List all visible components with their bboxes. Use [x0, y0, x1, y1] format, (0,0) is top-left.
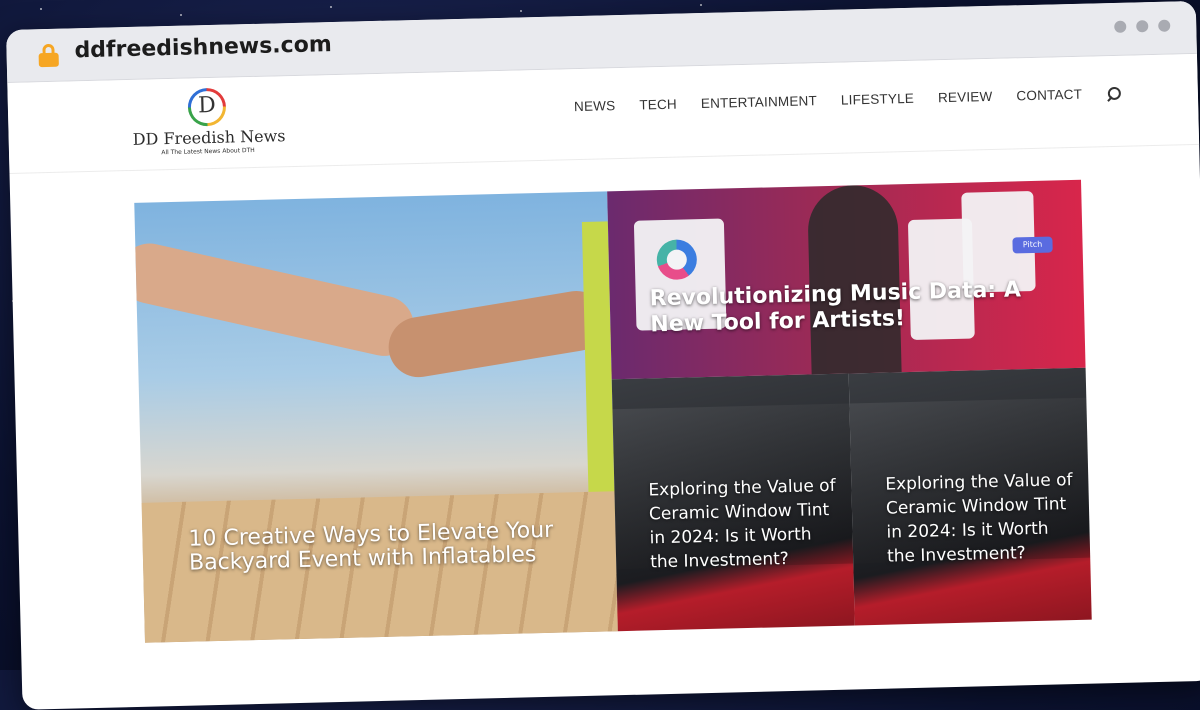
featured-post-top-right-title[interactable]: Revolutionizing Music Data: A New Tool f… [649, 277, 1050, 339]
search-icon[interactable] [1106, 86, 1120, 100]
nav-item-review[interactable]: REVIEW [938, 89, 993, 105]
window-dot-icon [1136, 20, 1149, 33]
nav-item-entertainment[interactable]: ENTERTAINMENT [701, 93, 817, 111]
pitch-badge: Pitch [1012, 236, 1053, 254]
nav-item-tech[interactable]: TECH [639, 97, 677, 113]
featured-grid: 10 Creative Ways to Elevate Your Backyar… [134, 179, 1092, 643]
featured-post-bottom-right-title[interactable]: Exploring the Value of Ceramic Window Ti… [885, 468, 1077, 569]
logo-mark-icon: D [187, 87, 227, 127]
featured-post-bottom-left-title[interactable]: Exploring the Value of Ceramic Window Ti… [648, 474, 840, 575]
window-dot-icon [1114, 20, 1127, 33]
featured-post-main[interactable]: 10 Creative Ways to Elevate Your Backyar… [134, 191, 618, 643]
featured-post-bottom-right[interactable]: Exploring the Value of Ceramic Window Ti… [848, 367, 1092, 626]
handshake-image [134, 237, 420, 362]
window-dots [1114, 19, 1171, 33]
nav-item-contact[interactable]: CONTACT [1016, 87, 1082, 104]
featured-post-top-right[interactable]: Pitch Revolutionizing Music Data: A New … [607, 179, 1086, 380]
site-logo[interactable]: D DD Freedish News All The Latest News A… [132, 86, 286, 157]
nav-item-news[interactable]: NEWS [574, 98, 616, 114]
browser-window: ddfreedishnews.com D DD Freedish News Al… [6, 0, 1200, 710]
logo-letter: D [197, 92, 217, 119]
logo-name: DD Freedish News [132, 126, 286, 149]
window-dot-icon [1158, 19, 1171, 32]
featured-post-main-title[interactable]: 10 Creative Ways to Elevate Your Backyar… [188, 518, 589, 576]
lock-icon [38, 43, 59, 68]
handshake-image-part [384, 286, 611, 382]
url-text[interactable]: ddfreedishnews.com [74, 32, 332, 63]
featured-post-bottom-left[interactable]: Exploring the Value of Ceramic Window Ti… [611, 373, 855, 632]
singer-image [807, 184, 902, 375]
nav-item-lifestyle[interactable]: LIFESTYLE [841, 91, 914, 108]
main-nav: NEWS TECH ENTERTAINMENT LIFESTYLE REVIEW… [574, 86, 1120, 114]
